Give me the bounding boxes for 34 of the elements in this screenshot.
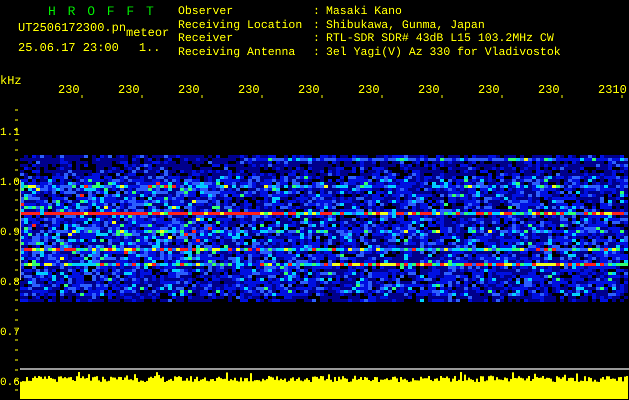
timestamp: 25.06.17 23:00	[18, 40, 119, 57]
x-tick-label: 230	[358, 83, 380, 97]
x-tick-label: 2310	[598, 83, 627, 97]
info-label: Receiving Antenna	[178, 46, 296, 60]
y-tick-label: 0.9	[0, 227, 20, 239]
x-tick-label: 230	[298, 83, 320, 97]
x-tick-label: 230	[478, 83, 500, 97]
x-tick-label: 230	[118, 83, 140, 97]
file-name: UT2506172300.pn	[18, 20, 126, 37]
info-separator: :	[313, 20, 321, 33]
info-label: Receiver	[178, 33, 234, 46]
info-separator: :	[313, 33, 321, 46]
counter: 1..	[138, 40, 160, 57]
y-tick-label: 1.0	[0, 177, 20, 189]
x-tick-label: 230	[178, 83, 200, 97]
info-value: 3el Yagi(V) Az 330 for Vladivostok	[326, 46, 561, 60]
info-separator: :	[313, 6, 321, 20]
info-value: Masaki Kano	[326, 6, 403, 20]
axis-unit: kHz	[0, 74, 22, 88]
y-tick-label: 0.7	[0, 327, 20, 339]
y-tick-label: 0.6	[0, 377, 20, 389]
x-tick-label: 230	[538, 83, 560, 97]
x-tick-label: 230	[238, 83, 260, 97]
app-title: H R O F F T	[48, 3, 156, 20]
info-separator: :	[313, 46, 321, 60]
info-label: Observer	[178, 6, 234, 20]
x-tick-label: 230	[418, 83, 440, 97]
info-label: Receiving Location	[178, 20, 304, 32]
mode-label: meteor	[126, 25, 170, 42]
y-tick-label: 1.1	[0, 127, 20, 139]
info-value: Shibukawa, Gunma, Japan	[326, 20, 486, 32]
info-value: RTL-SDR SDR# 43dB L15 103.2MHz CW	[326, 33, 555, 46]
x-tick-label: 230	[58, 83, 80, 97]
y-tick-label: 0.8	[0, 277, 20, 289]
